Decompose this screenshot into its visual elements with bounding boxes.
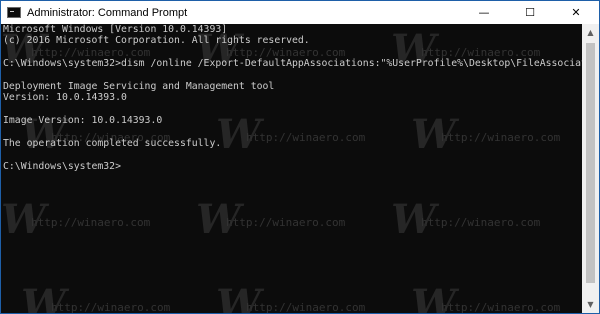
scrollbar-thumb[interactable]	[586, 43, 595, 283]
watermark-url: http://winaero.com	[421, 216, 541, 229]
close-button[interactable]: ✕	[553, 1, 599, 24]
console-line: C:\Windows\system32>dism /online /Export…	[3, 58, 582, 70]
console-line: Image Version: 10.0.14393.0	[3, 115, 163, 127]
watermark-letter: W	[1, 196, 46, 243]
vertical-scrollbar[interactable]: ▲ ▼	[582, 24, 599, 313]
console-line: C:\Windows\system32>	[3, 160, 121, 172]
scroll-down-icon[interactable]: ▼	[582, 296, 599, 313]
watermark-url: http://winaero.com	[51, 301, 171, 313]
window-title: Administrator: Command Prompt	[27, 6, 188, 19]
console-output-area[interactable]: Whttp://winaero.com Whttp://winaero.com Wh…	[1, 24, 582, 313]
minimize-button[interactable]: —	[461, 1, 507, 24]
watermark-url: http://winaero.com	[246, 301, 366, 313]
watermark-letter: W	[411, 281, 456, 313]
watermark-url: http://winaero.com	[31, 216, 151, 229]
watermark-url: http://winaero.com	[441, 301, 561, 313]
watermark-letter: W	[196, 196, 241, 243]
console-text: Microsoft Windows [Version 10.0.14393] (c…	[3, 24, 582, 172]
console-line: Deployment Image Servicing and Managemen…	[3, 80, 275, 92]
maximize-button[interactable]: ☐	[507, 1, 553, 24]
console-line: Microsoft Windows [Version 10.0.14393]	[3, 24, 228, 35]
scroll-up-icon[interactable]: ▲	[582, 24, 599, 41]
console-line: (c) 2016 Microsoft Corporation. All righ…	[3, 35, 310, 47]
console-line: The operation completed successfully.	[3, 137, 222, 149]
console-line: Version: 10.0.14393.0	[3, 92, 127, 104]
watermark-url: http://winaero.com	[226, 216, 346, 229]
watermark-letter: W	[216, 281, 261, 313]
title-bar[interactable]: Administrator: Command Prompt — ☐ ✕	[1, 1, 599, 24]
watermark-letter: W	[391, 196, 436, 243]
watermark-letter: W	[21, 281, 66, 313]
command-prompt-window: Administrator: Command Prompt — ☐ ✕ Whtt…	[0, 0, 600, 314]
command-prompt-icon[interactable]	[7, 7, 21, 18]
